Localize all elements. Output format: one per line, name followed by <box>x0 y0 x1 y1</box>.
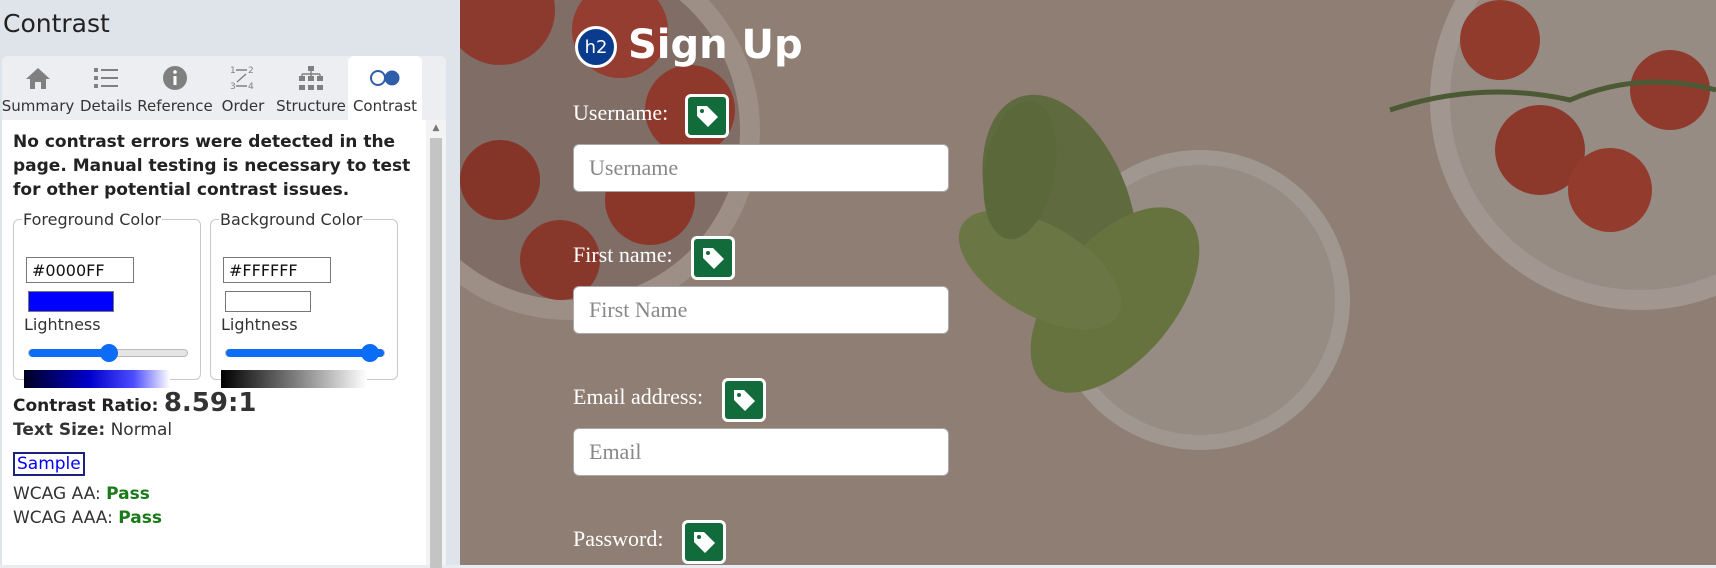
background-photo <box>460 0 1716 565</box>
slider-fill <box>29 349 109 357</box>
scroll-up-arrow[interactable]: ▲ <box>426 120 446 136</box>
email-input[interactable]: Email <box>573 428 949 476</box>
panel-card: Summary Details Reference 1 2 3 4 Order Str… <box>2 56 446 568</box>
site-logo: h2 <box>575 26 617 68</box>
tab-label: Structure <box>276 97 346 115</box>
panel-title: Contrast <box>3 9 110 38</box>
wcag-aa-result: WCAG AA: Pass <box>13 484 150 504</box>
list-icon <box>93 59 119 97</box>
sample-text: Sample <box>13 452 85 476</box>
tab-structure[interactable]: Structure <box>274 56 348 120</box>
contrast-content: No contrast errors were detected in the … <box>2 120 426 565</box>
wcag-aa-status: Pass <box>106 484 150 504</box>
tab-label: Order <box>221 97 265 115</box>
foreground-lightness-label: Lightness <box>24 315 101 334</box>
foreground-lightness-slider[interactable] <box>28 344 188 362</box>
tab-bar: Summary Details Reference 1 2 3 4 Order Str… <box>2 56 446 120</box>
foreground-legend: Foreground Color <box>23 210 161 229</box>
tab-label: Details <box>79 97 132 115</box>
tag-icon[interactable] <box>685 94 729 138</box>
background-lightness-label: Lightness <box>221 315 298 334</box>
tab-label: Summary <box>1 97 75 115</box>
background-gradient <box>221 370 367 388</box>
signup-page: h2 Sign Up Username: Username First name… <box>460 0 1716 565</box>
scroll-thumb[interactable] <box>430 138 442 568</box>
foreground-hex-input[interactable]: #0000FF <box>26 257 134 283</box>
wcag-aaa-result: WCAG AAA: Pass <box>13 508 162 528</box>
tag-icon[interactable] <box>691 236 735 280</box>
text-size-label: Text Size: <box>13 420 106 440</box>
tab-label: Reference <box>137 97 213 115</box>
password-label: Password: <box>573 526 664 551</box>
background-color-group: Background Color #FFFFFF Lightness <box>210 210 398 388</box>
first-name-label: First name: <box>573 242 673 267</box>
text-size-value: Normal <box>110 420 173 440</box>
svg-text:4: 4 <box>248 82 254 92</box>
foreground-color-group: Foreground Color #0000FF Lightness <box>13 210 201 388</box>
email-label: Email address: <box>573 384 704 409</box>
username-label: Username: <box>573 100 669 125</box>
svg-text:1: 1 <box>230 66 236 76</box>
info-icon <box>162 59 188 97</box>
wcag-aaa-status: Pass <box>118 508 162 528</box>
background-swatch <box>225 291 311 312</box>
contrast-ratio-label: Contrast Ratio: <box>13 396 159 416</box>
order-icon: 1 2 3 4 <box>229 59 257 97</box>
home-icon <box>25 59 51 97</box>
tab-order[interactable]: 1 2 3 4 Order <box>212 56 274 120</box>
background-hex-input[interactable]: #FFFFFF <box>223 257 331 283</box>
contrast-icon <box>369 59 401 97</box>
contrast-ratio: Contrast Ratio: 8.59:1 <box>13 388 256 418</box>
tab-contrast[interactable]: Contrast <box>348 56 422 120</box>
tab-details[interactable]: Details <box>74 56 138 120</box>
wcag-aaa-label: WCAG AAA: <box>13 508 113 528</box>
page-title: Sign Up <box>628 22 803 68</box>
contrast-ratio-value: 8.59:1 <box>163 388 257 418</box>
tag-icon[interactable] <box>722 378 766 422</box>
structure-icon <box>297 59 325 97</box>
contrast-panel: Contrast Summary Details Reference 1 2 3… <box>0 0 460 568</box>
svg-text:3: 3 <box>230 82 236 92</box>
username-input[interactable]: Username <box>573 144 949 192</box>
contrast-message: No contrast errors were detected in the … <box>13 132 411 200</box>
svg-text:2: 2 <box>248 66 254 76</box>
slider-handle[interactable] <box>100 344 118 362</box>
foreground-gradient <box>24 370 170 388</box>
tab-reference[interactable]: Reference <box>137 56 213 120</box>
wcag-aa-label: WCAG AA: <box>13 484 101 504</box>
tab-summary[interactable]: Summary <box>2 56 74 120</box>
background-legend: Background Color <box>220 210 363 229</box>
slider-handle[interactable] <box>361 344 379 362</box>
text-size: Text Size: Normal <box>13 420 172 440</box>
background-lightness-slider[interactable] <box>225 344 385 362</box>
panel-scrollbar[interactable]: ▲ <box>426 120 446 568</box>
tag-icon[interactable] <box>682 520 726 564</box>
first-name-input[interactable]: First Name <box>573 286 949 334</box>
tab-label: Contrast <box>352 97 418 115</box>
foreground-swatch <box>28 291 114 312</box>
